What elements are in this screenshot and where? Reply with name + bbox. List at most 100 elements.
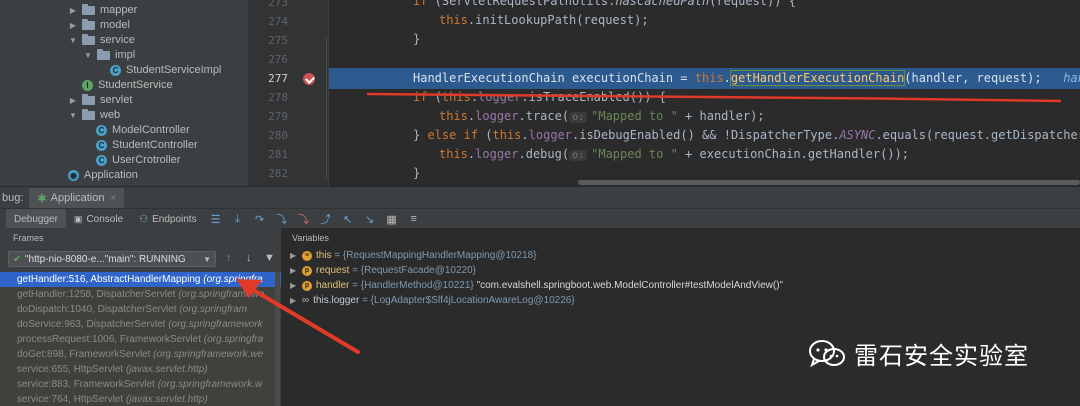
watch-glasses-icon: ∞ xyxy=(302,295,310,306)
code-line-280[interactable]: } else if (this.logger.isDebugEnabled() … xyxy=(413,125,1080,145)
force-step-into-icon[interactable]: ⤵ xyxy=(296,211,312,227)
variable-row-this[interactable]: ▶ ≡ this = {RequestMappingHandlerMapping… xyxy=(290,248,537,263)
chevron-right-icon[interactable]: ▶ xyxy=(290,248,300,263)
code-line-275[interactable]: } xyxy=(413,29,420,49)
debug-label: bug: xyxy=(2,192,24,204)
tree-item-impl[interactable]: ▼ impl xyxy=(83,48,135,63)
frame-row[interactable]: processRequest:1006, FrameworkServlet (o… xyxy=(0,332,281,347)
line-number: 276 xyxy=(268,53,288,66)
frame-row[interactable]: service:764, HttpServlet (javax.servlet.… xyxy=(0,392,281,406)
breakpoint-icon[interactable] xyxy=(303,73,315,85)
tree-item-label: mapper xyxy=(100,4,138,16)
frame-package: (javax.servlet.http) xyxy=(125,364,208,375)
frame-row[interactable]: getHandler:1258, DispatcherServlet (org.… xyxy=(0,287,281,302)
tree-item-service[interactable]: ▼ service xyxy=(68,33,135,48)
variable-row-this-logger[interactable]: ▶ ∞ this.logger = {LogAdapter$Slf4jLocat… xyxy=(290,293,575,308)
step-over-icon[interactable]: ↷ xyxy=(252,211,268,227)
frame-package: (org.springfra xyxy=(203,274,263,285)
close-icon[interactable]: × xyxy=(110,193,116,204)
class-icon: C xyxy=(96,155,107,166)
chevron-down-icon[interactable]: ▼ xyxy=(68,33,78,48)
keyword: this xyxy=(439,109,468,123)
tab-label: Endpoints xyxy=(152,213,197,225)
frame-row[interactable]: doGet:898, FrameworkServlet (org.springf… xyxy=(0,347,281,362)
run-to-cursor-icon[interactable]: ↘ xyxy=(362,211,378,227)
arrow-up-icon[interactable]: ↑ xyxy=(226,252,232,264)
code-line-274[interactable]: this.initLookupPath(request); xyxy=(439,10,649,30)
chevron-down-icon[interactable]: ▼ xyxy=(203,252,211,266)
tab-console[interactable]: ▣ Console xyxy=(66,209,131,229)
tab-debug-session[interactable]: ✱ Application × xyxy=(29,188,125,208)
chevron-right-icon[interactable]: ▶ xyxy=(68,3,78,18)
panel-title: Frames xyxy=(13,233,44,243)
frame-row[interactable]: service:883, FrameworkServlet (org.sprin… xyxy=(0,377,281,392)
trace-icon[interactable]: ≡ xyxy=(406,211,422,227)
drop-frame-icon[interactable]: ↖ xyxy=(340,211,356,227)
code-text: .equals(request.getDispatcherType() xyxy=(875,128,1080,142)
chevron-right-icon[interactable]: ▶ xyxy=(290,263,300,278)
arrow-down-icon[interactable]: ↓ xyxy=(246,252,252,264)
menu-icon[interactable]: ☰ xyxy=(208,211,224,227)
horizontal-scrollbar[interactable] xyxy=(578,180,1080,185)
chevron-right-icon[interactable]: ▶ xyxy=(68,18,78,33)
line-number: 281 xyxy=(268,148,288,161)
evaluate-expression-icon[interactable]: ▦ xyxy=(384,211,400,227)
method-call-selected[interactable]: getHandlerExecutionChain xyxy=(729,70,906,86)
filter-icon[interactable]: ▼ xyxy=(264,252,275,264)
field-icon: ≡ xyxy=(302,250,312,261)
frame-row[interactable]: service:655, HttpServlet (javax.servlet.… xyxy=(0,362,281,377)
code-line-281[interactable]: this.logger.debug(o: "Mapped to " + execu… xyxy=(439,144,909,164)
frame-row[interactable]: doDispatch:1040, DispatcherServlet (org.… xyxy=(0,302,281,317)
method-call: initLookupPath xyxy=(475,13,577,27)
variable-row-handler[interactable]: ▶ p handler = {HandlerMethod@10221} "com… xyxy=(290,278,783,293)
code-line-282[interactable]: } xyxy=(413,163,420,183)
tree-item-web[interactable]: ▼ web xyxy=(68,108,120,123)
tree-item-servlet[interactable]: ▶ servlet xyxy=(68,93,132,108)
tree-item-label: StudentController xyxy=(112,139,198,151)
tab-label: Debugger xyxy=(14,213,58,225)
editor-gutter[interactable]: 273 274 275 276 277 278 279 280 281 282 xyxy=(248,0,329,186)
tree-item-studentcontroller[interactable]: C StudentController xyxy=(96,138,198,153)
tree-item-model[interactable]: ▶ model xyxy=(68,18,130,33)
code-text: ( xyxy=(478,128,493,142)
tab-endpoints[interactable]: ⚇ Endpoints xyxy=(131,209,204,229)
chevron-right-icon[interactable]: ▶ xyxy=(290,293,300,308)
step-into-icon[interactable]: ⤵ xyxy=(274,211,290,227)
parameter-hint: o: xyxy=(569,112,588,123)
variable-value: = {RequestMappingHandlerMapping@10218} xyxy=(334,250,537,261)
method-call: isTraceEnabled xyxy=(528,90,630,104)
tree-item-usercrotroller[interactable]: C UserCrotroller xyxy=(96,153,180,168)
tab-debugger[interactable]: Debugger xyxy=(6,209,66,229)
vertical-scrollbar[interactable] xyxy=(275,272,280,406)
chevron-right-icon[interactable]: ▶ xyxy=(68,93,78,108)
thread-selector[interactable]: ✔ "http-nio-8080-e..."main": RUNNING ▼ xyxy=(8,251,216,267)
chevron-down-icon[interactable]: ▼ xyxy=(68,108,78,123)
tree-item-studentserviceimpl[interactable]: C StudentServiceImpl xyxy=(110,63,221,78)
string-literal: "Mapped to " xyxy=(591,109,678,123)
wechat-icon xyxy=(808,339,846,369)
code-editor[interactable]: 273 274 275 276 277 278 279 280 281 282 … xyxy=(248,0,1080,186)
frame-row-selected[interactable]: getHandler:516, AbstractHandlerMapping (… xyxy=(0,272,281,287)
panel-title: Variables xyxy=(292,233,329,243)
tree-item-mapper[interactable]: ▶ mapper xyxy=(68,3,137,18)
tree-item-label: StudentServiceImpl xyxy=(126,64,222,76)
code-text: . xyxy=(521,90,529,104)
show-execution-point-icon[interactable]: ⤓ xyxy=(230,211,246,227)
tree-item-studentservice[interactable]: I StudentService xyxy=(82,78,173,93)
variable-name: this.logger xyxy=(313,295,360,306)
variable-row-request[interactable]: ▶ p request = {RequestFacade@10220} xyxy=(290,263,476,278)
code-text: .trace( xyxy=(518,109,570,123)
code-text: . xyxy=(470,90,479,104)
code-line-279[interactable]: this.logger.trace(o: "Mapped to " + handl… xyxy=(439,106,765,126)
folder-icon xyxy=(82,109,95,120)
frame-package: (javax.servlet.http) xyxy=(125,394,208,405)
chevron-down-icon[interactable]: ▼ xyxy=(83,48,93,63)
chevron-right-icon[interactable]: ▶ xyxy=(290,278,300,293)
tree-item-application[interactable]: ◉ Application xyxy=(68,168,138,183)
code-line-277[interactable]: HandlerExecutionChain executionChain = t… xyxy=(413,68,1080,88)
tree-item-modelcontroller[interactable]: C ModelController xyxy=(96,123,190,138)
code-line-278[interactable]: if (this.logger.isTraceEnabled()) { xyxy=(413,87,666,107)
frame-row[interactable]: doService:963, DispatcherServlet (org.sp… xyxy=(0,317,281,332)
step-out-icon[interactable]: ⤴ xyxy=(318,211,334,227)
